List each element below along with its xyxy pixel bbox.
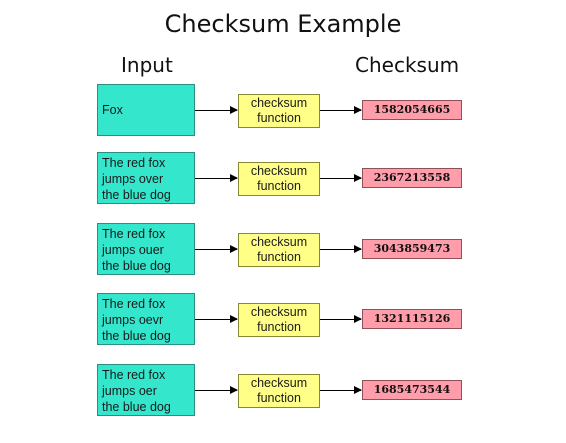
input-text-line: jumps oer (102, 384, 157, 398)
arrow-to-function (195, 386, 238, 394)
arrow-to-checksum (320, 315, 362, 323)
input-text-line: the blue dog (102, 329, 171, 343)
arrow-to-function (195, 315, 238, 323)
checksum-row: The red fox jumps ouer the blue dog chec… (0, 223, 566, 279)
checksum-function-box: checksum function (238, 162, 320, 196)
input-box: The red fox jumps oevr the blue dog (97, 293, 195, 345)
function-label-line: checksum (250, 376, 308, 390)
input-text-line: The red fox (102, 297, 166, 311)
diagram-title: Checksum Example (164, 10, 402, 38)
function-label-line: function (257, 179, 301, 193)
input-text-line: the blue dog (102, 400, 171, 414)
function-label-line: checksum (250, 305, 308, 319)
function-label-line: checksum (250, 164, 308, 178)
checksum-row: The red fox jumps over the blue dog chec… (0, 152, 566, 208)
checksum-value: 1685473544 (362, 380, 462, 400)
arrow-to-checksum (320, 245, 362, 253)
function-label-line: function (257, 320, 301, 334)
input-text-line: Fox (102, 103, 123, 117)
input-text-line: The red fox (102, 368, 166, 382)
function-label-line: function (257, 250, 301, 264)
input-box: The red fox jumps over the blue dog (97, 152, 195, 204)
arrow-to-function (195, 106, 238, 114)
function-label-line: checksum (250, 235, 308, 249)
input-text-line: the blue dog (102, 188, 171, 202)
input-text-line: jumps over (102, 172, 164, 186)
checksum-function-box: checksum function (238, 233, 320, 267)
checksum-value: 1321115126 (362, 309, 462, 329)
input-box: The red fox jumps oer the blue dog (97, 364, 195, 416)
checksum-row: Fox checksum function 1582054665 (0, 84, 566, 140)
input-text-line: The red fox (102, 227, 166, 241)
input-column-header: Input (121, 53, 173, 77)
input-text-line: The red fox (102, 156, 166, 170)
arrow-to-function (195, 174, 238, 182)
arrow-to-checksum (320, 386, 362, 394)
input-text-line: jumps ouer (102, 243, 164, 257)
checksum-function-box: checksum function (238, 303, 320, 337)
checksum-value: 1582054665 (362, 100, 462, 120)
input-text-line: jumps oevr (102, 313, 164, 327)
arrow-to-function (195, 245, 238, 253)
input-box: Fox (97, 84, 195, 136)
function-label-line: function (257, 391, 301, 405)
checksum-function-box: checksum function (238, 94, 320, 128)
checksum-column-header: Checksum (355, 53, 460, 77)
function-label-line: checksum (250, 96, 308, 110)
checksum-row: The red fox jumps oer the blue dog check… (0, 364, 566, 420)
checksum-value: 3043859473 (362, 239, 462, 259)
arrow-to-checksum (320, 106, 362, 114)
checksum-function-box: checksum function (238, 374, 320, 408)
checksum-value: 2367213558 (362, 168, 462, 188)
input-box: The red fox jumps ouer the blue dog (97, 223, 195, 275)
input-text-line: the blue dog (102, 259, 171, 273)
function-label-line: function (257, 111, 301, 125)
checksum-row: The red fox jumps oevr the blue dog chec… (0, 293, 566, 349)
arrow-to-checksum (320, 174, 362, 182)
